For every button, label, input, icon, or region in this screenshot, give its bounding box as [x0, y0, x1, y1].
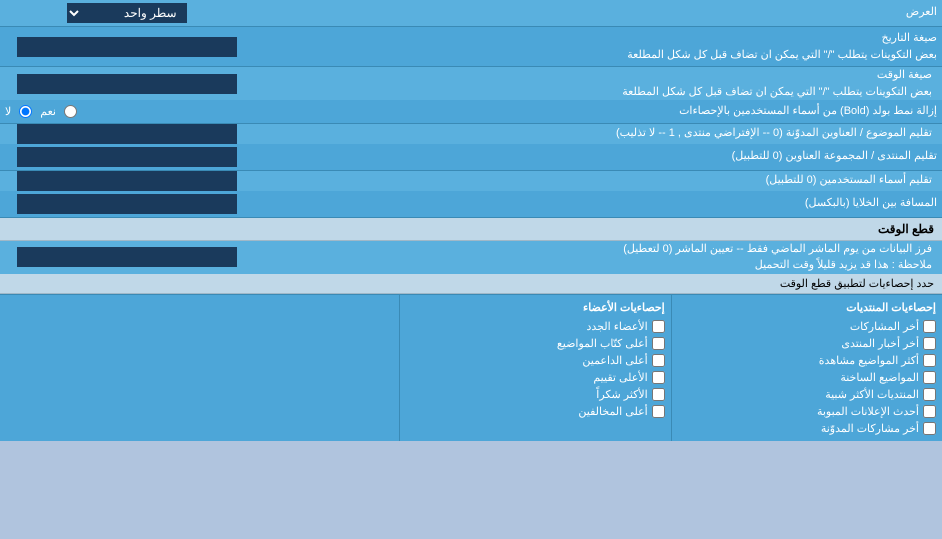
- members-stats-header: إحصاءيات الأعضاء: [406, 299, 664, 318]
- cb-top-violators-input[interactable]: [652, 405, 665, 418]
- header-label: العرض: [253, 0, 942, 27]
- cb-latest-classified: أحدث الإعلانات المبوبة: [678, 403, 936, 420]
- members-stats-col: إحصاءيات الأعضاء الأعضاء الجدد أعلى كتّا…: [399, 295, 670, 441]
- username-input-cell: 0: [0, 170, 253, 191]
- stats-header: حدد إحصاءيات لتطبيق قطع الوقت: [0, 274, 942, 294]
- time-format-title: صيغة الوقت: [877, 69, 932, 81]
- date-format-input[interactable]: d-m: [17, 37, 237, 57]
- date-format-input-cell: d-m: [0, 27, 253, 67]
- topic-title-input[interactable]: 33: [17, 124, 237, 144]
- cb-top-supporters-input[interactable]: [652, 354, 665, 367]
- bold-yes-label: نعم: [40, 105, 56, 118]
- cb-top-rated-input[interactable]: [652, 371, 665, 384]
- time-cut-label: فرز البيانات من يوم الماشر الماضي فقط --…: [253, 240, 942, 274]
- empty-col: [0, 295, 399, 441]
- cb-last-posts: أخر المشاركات: [678, 318, 936, 335]
- date-format-title: صيغة التاريخ: [882, 32, 937, 44]
- space-input[interactable]: 2: [17, 194, 237, 214]
- date-format-label: صيغة التاريخ بعض التكوينات يتطلب "/" الت…: [253, 27, 942, 67]
- username-input[interactable]: 0: [17, 171, 237, 191]
- time-cut-header-row: قطع الوقت: [0, 217, 942, 240]
- bold-no-radio[interactable]: [19, 105, 32, 118]
- time-format-input[interactable]: H:i: [17, 74, 237, 94]
- bold-radio-cell: نعم لا: [0, 100, 253, 123]
- display-select[interactable]: سطر واحد سطرين ثلاثة أسطر: [67, 3, 187, 23]
- time-format-label: صيغة الوقت بعض التكوينات يتطلب "/" التي …: [253, 67, 942, 101]
- bold-remove-title: إزالة نمط بولد (Bold) من أسماء المستخدمي…: [679, 105, 937, 117]
- forum-title-row: تقليم المنتدى / المجموعة العناوين (0 للت…: [0, 144, 942, 171]
- time-cut-section-header: قطع الوقت: [0, 217, 942, 240]
- cb-top-violators: أعلى المخالفين: [406, 403, 664, 420]
- cb-top-rated: الأعلى تقييم: [406, 369, 664, 386]
- space-label: المسافة بين الخلايا (بالبكسل): [253, 191, 942, 218]
- time-format-sublabel: بعض التكوينات يتطلب "/" التي يمكن ان تضا…: [622, 86, 932, 98]
- cb-top-topic-writers: أعلى كتّاب المواضيع: [406, 335, 664, 352]
- settings-table: العرض سطر واحد سطرين ثلاثة أسطر صيغة الت…: [0, 0, 942, 441]
- cb-most-similar-input[interactable]: [923, 388, 936, 401]
- time-cut-input-cell: 0: [0, 240, 253, 274]
- topic-title-input-cell: 33: [0, 123, 253, 144]
- cb-top-topic-writers-input[interactable]: [652, 337, 665, 350]
- checkbox-section-cell: حدد إحصاءيات لتطبيق قطع الوقت إحصاءيات ا…: [0, 274, 942, 441]
- cb-latest-classified-input[interactable]: [923, 405, 936, 418]
- username-text: تقليم أسماء المستخدمين (0 للتطبيل): [766, 174, 932, 186]
- cb-most-thanked-input[interactable]: [652, 388, 665, 401]
- forum-title-input-cell: 33: [0, 144, 253, 171]
- time-format-input-cell: H:i: [0, 67, 253, 101]
- checkbox-area: إحصاءيات المنتديات أخر المشاركات أخر أخب…: [0, 294, 942, 441]
- bold-remove-row: إزالة نمط بولد (Bold) من أسماء المستخدمي…: [0, 100, 942, 123]
- cb-hot-topics: المواضيع الساخنة: [678, 369, 936, 386]
- cb-latest-news-input[interactable]: [923, 337, 936, 350]
- cb-top-supporters: أعلى الداعمين: [406, 352, 664, 369]
- time-cut-note: ملاحظة : هذا قد يزيد قليلاً وقت التحميل: [755, 259, 932, 271]
- cb-most-viewed: أكثر المواضيع مشاهدة: [678, 352, 936, 369]
- forum-title-input[interactable]: 33: [17, 147, 237, 167]
- header-title: العرض: [906, 6, 937, 18]
- cb-last-posts-input[interactable]: [923, 320, 936, 333]
- topic-title-label: تقليم الموضوع / العناوين المدوّنة (0 -- …: [253, 123, 942, 144]
- forums-stats-col: إحصاءيات المنتديات أخر المشاركات أخر أخب…: [671, 295, 942, 441]
- username-label: تقليم أسماء المستخدمين (0 للتطبيل): [253, 170, 942, 191]
- cb-most-thanked: الأكثر شكراً: [406, 386, 664, 403]
- time-cut-input[interactable]: 0: [17, 247, 237, 267]
- topic-title-row: تقليم الموضوع / العناوين المدوّنة (0 -- …: [0, 123, 942, 144]
- cb-new-members: الأعضاء الجدد: [406, 318, 664, 335]
- cb-most-viewed-input[interactable]: [923, 354, 936, 367]
- space-row: المسافة بين الخلايا (بالبكسل) 2: [0, 191, 942, 218]
- bold-remove-label: إزالة نمط بولد (Bold) من أسماء المستخدمي…: [253, 100, 942, 123]
- username-row: تقليم أسماء المستخدمين (0 للتطبيل) 0: [0, 170, 942, 191]
- checkbox-section-row: حدد إحصاءيات لتطبيق قطع الوقت إحصاءيات ا…: [0, 274, 942, 441]
- bold-yes-radio[interactable]: [64, 105, 77, 118]
- bold-radio-group: نعم لا: [5, 105, 248, 118]
- date-format-row: صيغة التاريخ بعض التكوينات يتطلب "/" الت…: [0, 27, 942, 67]
- cb-new-members-input[interactable]: [652, 320, 665, 333]
- time-format-row: صيغة الوقت بعض التكوينات يتطلب "/" التي …: [0, 67, 942, 101]
- cb-latest-news: أخر أخبار المنتدى: [678, 335, 936, 352]
- topic-title-text: تقليم الموضوع / العناوين المدوّنة (0 -- …: [616, 127, 932, 139]
- space-input-cell: 2: [0, 191, 253, 218]
- space-text: المسافة بين الخلايا (بالبكسل): [805, 197, 937, 209]
- forum-title-label: تقليم المنتدى / المجموعة العناوين (0 للت…: [253, 144, 942, 171]
- cb-blog-posts: أخر مشاركات المدوّنة: [678, 420, 936, 437]
- cb-most-similar: المنتديات الأكثر شبية: [678, 386, 936, 403]
- time-cut-text: فرز البيانات من يوم الماشر الماضي فقط --…: [623, 243, 932, 255]
- header-row: العرض سطر واحد سطرين ثلاثة أسطر: [0, 0, 942, 27]
- forums-stats-header: إحصاءيات المنتديات: [678, 299, 936, 318]
- forum-title-text: تقليم المنتدى / المجموعة العناوين (0 للت…: [732, 150, 937, 162]
- cb-blog-posts-input[interactable]: [923, 422, 936, 435]
- time-cut-row: فرز البيانات من يوم الماشر الماضي فقط --…: [0, 240, 942, 274]
- cb-hot-topics-input[interactable]: [923, 371, 936, 384]
- date-format-sublabel: بعض التكوينات يتطلب "/" التي يمكن ان تضا…: [627, 49, 937, 61]
- header-dropdown-cell: سطر واحد سطرين ثلاثة أسطر: [0, 0, 253, 27]
- bold-no-label: لا: [5, 105, 11, 118]
